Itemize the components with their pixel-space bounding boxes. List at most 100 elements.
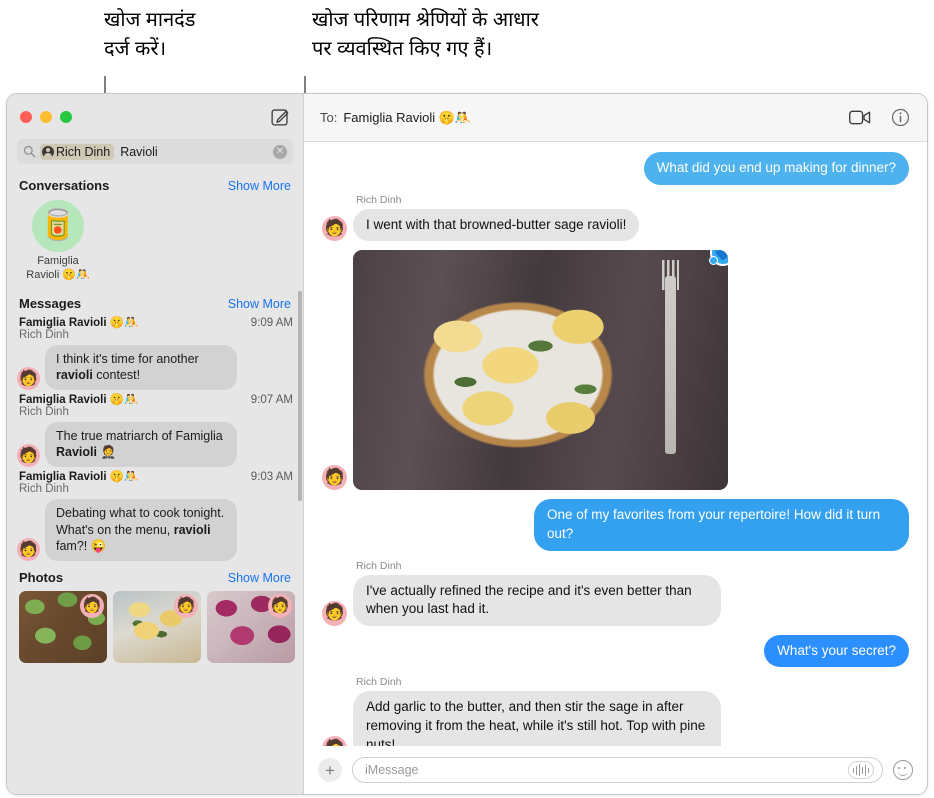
message-thread: What did you end up making for dinner? 🧑… (304, 142, 927, 746)
section-header-conversations: Conversations Show More (7, 171, 303, 197)
search-icon (23, 145, 36, 158)
group-avatar-icon: 🥫 (32, 200, 84, 252)
conversation-result-item[interactable]: 🥫 Famiglia Ravioli 🤫🤼 (25, 200, 91, 283)
callout-search-criteria: खोज मानदंड दर्ज करें। (104, 9, 196, 60)
message-result-sender: Rich Dinh (19, 328, 69, 341)
fork-decoration (662, 260, 679, 455)
facetime-video-icon[interactable] (849, 107, 871, 129)
avatar: 🧑 (268, 593, 292, 618)
person-icon (42, 145, 54, 158)
conversations-results: 🥫 Famiglia Ravioli 🤫🤼 (7, 197, 303, 289)
message-result-row[interactable]: Famiglia Ravioli 🤫🤼 9:03 AM Rich Dinh 🧑 … (7, 469, 303, 563)
section-header-messages: Messages Show More (7, 289, 303, 315)
minimize-button[interactable] (40, 110, 52, 123)
close-button[interactable] (20, 110, 32, 123)
avatar: 🧑 (322, 465, 347, 491)
message-row-incoming: 🧑 Rich Dinh Add garlic to the butter, an… (322, 676, 909, 746)
imessage-placeholder: iMessage (365, 763, 419, 777)
message-bubble-incoming[interactable]: Add garlic to the butter, and then stir … (353, 691, 721, 746)
message-input-bar: + iMessage (304, 746, 927, 794)
section-title-photos: Photos (19, 569, 64, 585)
tapback-reaction-badge[interactable]: 💙 (709, 250, 728, 267)
avatar: 🧑 (174, 593, 198, 618)
message-result-group: Famiglia Ravioli 🤫🤼 (19, 316, 139, 329)
show-more-messages[interactable]: Show More (228, 297, 291, 311)
section-title-messages: Messages (19, 295, 82, 311)
message-result-row[interactable]: Famiglia Ravioli 🤫🤼 9:07 AM Rich Dinh 🧑 … (7, 392, 303, 469)
message-result-time: 9:09 AM (250, 316, 293, 329)
window-controls (20, 110, 72, 123)
message-result-meta: Famiglia Ravioli 🤫🤼 9:09 AM (17, 315, 293, 329)
message-result-body: 🧑 Debating what to cook tonight. What's … (17, 499, 293, 561)
message-row-outgoing: What's your secret? (322, 634, 913, 668)
message-result-sender: Rich Dinh (19, 405, 69, 418)
message-result-group: Famiglia Ravioli 🤫🤼 (19, 471, 139, 483)
imessage-input[interactable]: iMessage (352, 757, 883, 783)
message-result-time: 9:03 AM (250, 471, 293, 483)
photo-attachment[interactable]: 💙 (353, 250, 728, 491)
sidebar-titlebar (7, 94, 303, 139)
section-header-photos: Photos Show More (7, 563, 303, 589)
avatar: 🧑 (322, 736, 347, 746)
clear-icon[interactable]: ✕ (273, 144, 287, 159)
photos-results: 🧑 🧑 🧑 (7, 589, 303, 663)
message-row-outgoing: One of my favorites from your repertoire… (322, 499, 913, 551)
message-result-text: The true matriarch of Famiglia Ravioli 🤵 (45, 421, 237, 467)
messages-window: Rich Dinh Ravioli ✕ Conversations Show M… (6, 93, 928, 795)
message-row-incoming: 🧑 Rich Dinh I went with that browned-but… (322, 194, 909, 242)
message-result-body: 🧑 The true matriarch of Famiglia Ravioli… (17, 421, 293, 467)
message-bubble-incoming[interactable]: I went with that browned-butter sage rav… (348, 208, 640, 242)
message-row-photo: 🧑 💙 (322, 250, 909, 491)
message-result-text: Debating what to cook tonight. What's on… (45, 499, 237, 561)
avatar: 🧑 (322, 216, 347, 242)
photo-result-thumbnail[interactable]: 🧑 (207, 590, 295, 663)
info-icon[interactable] (889, 107, 911, 129)
conversation-pane: To: Famiglia Ravioli 🤫🤼 What did you end… (304, 94, 927, 794)
show-more-conversations[interactable]: Show More (228, 179, 291, 193)
recipient-name[interactable]: Famiglia Ravioli 🤫🤼 (343, 110, 471, 126)
message-row-incoming: 🧑 Rich Dinh I've actually refined the re… (322, 559, 909, 627)
photo-result-thumbnail[interactable]: 🧑 (19, 590, 107, 663)
message-result-meta: Famiglia Ravioli 🤫🤼 9:07 AM (17, 392, 293, 406)
emoji-smiley-icon[interactable] (893, 760, 913, 780)
screenshot-root: खोज मानदंड दर्ज करें। खोज परिणाम श्रेणिय… (0, 0, 934, 798)
callout-results-categories: खोज परिणाम श्रेणियों के आधार पर व्यवस्थि… (312, 9, 539, 60)
section-title-conversations: Conversations (19, 178, 110, 193)
conversation-result-name: Famiglia Ravioli 🤫🤼 (26, 255, 90, 281)
to-label: To: (320, 110, 338, 125)
avatar: 🧑 (17, 537, 40, 561)
search-token-label: Rich Dinh (56, 144, 111, 159)
zoom-button[interactable] (60, 110, 72, 123)
compose-icon[interactable] (271, 107, 290, 126)
search-token-chip[interactable]: Rich Dinh (40, 143, 115, 160)
sidebar-scrollbar[interactable] (298, 291, 302, 501)
sidebar-results-scroll: Conversations Show More 🥫 Famiglia Ravio… (7, 171, 303, 794)
avatar: 🧑 (80, 593, 104, 618)
conversation-header: To: Famiglia Ravioli 🤫🤼 (304, 94, 927, 142)
message-bubble-outgoing[interactable]: What's your secret? (764, 634, 913, 668)
message-result-sender: Rich Dinh (19, 483, 69, 495)
header-actions (849, 107, 911, 129)
message-result-meta: Famiglia Ravioli 🤫🤼 9:03 AM (17, 469, 293, 483)
avatar: 🧑 (17, 366, 40, 390)
search-input-value[interactable]: Ravioli (120, 145, 158, 159)
message-sender-name: Rich Dinh (356, 559, 402, 572)
avatar: 🧑 (17, 444, 40, 467)
message-row-outgoing: What did you end up making for dinner? (322, 152, 914, 185)
message-bubble-outgoing[interactable]: One of my favorites from your repertoire… (534, 499, 913, 551)
add-attachment-button[interactable]: + (318, 758, 342, 782)
search-field[interactable]: Rich Dinh Ravioli ✕ (17, 139, 293, 164)
message-result-body: 🧑 I think it's time for another ravioli … (17, 344, 293, 390)
message-sender-name: Rich Dinh (356, 193, 402, 206)
sidebar: Rich Dinh Ravioli ✕ Conversations Show M… (7, 94, 304, 794)
photo-result-thumbnail[interactable]: 🧑 (113, 590, 201, 663)
message-result-time: 9:07 AM (250, 393, 293, 406)
show-more-photos[interactable]: Show More (228, 571, 291, 585)
message-result-text: I think it's time for another ravioli co… (45, 344, 237, 390)
audio-waveform-icon[interactable] (848, 761, 874, 779)
message-result-row[interactable]: Famiglia Ravioli 🤫🤼 9:09 AM Rich Dinh 🧑 … (7, 315, 303, 392)
message-bubble-outgoing[interactable]: What did you end up making for dinner? (643, 152, 914, 185)
message-bubble-incoming[interactable]: I've actually refined the recipe and it'… (349, 574, 721, 627)
message-sender-name: Rich Dinh (356, 676, 402, 689)
avatar: 🧑 (322, 600, 347, 626)
